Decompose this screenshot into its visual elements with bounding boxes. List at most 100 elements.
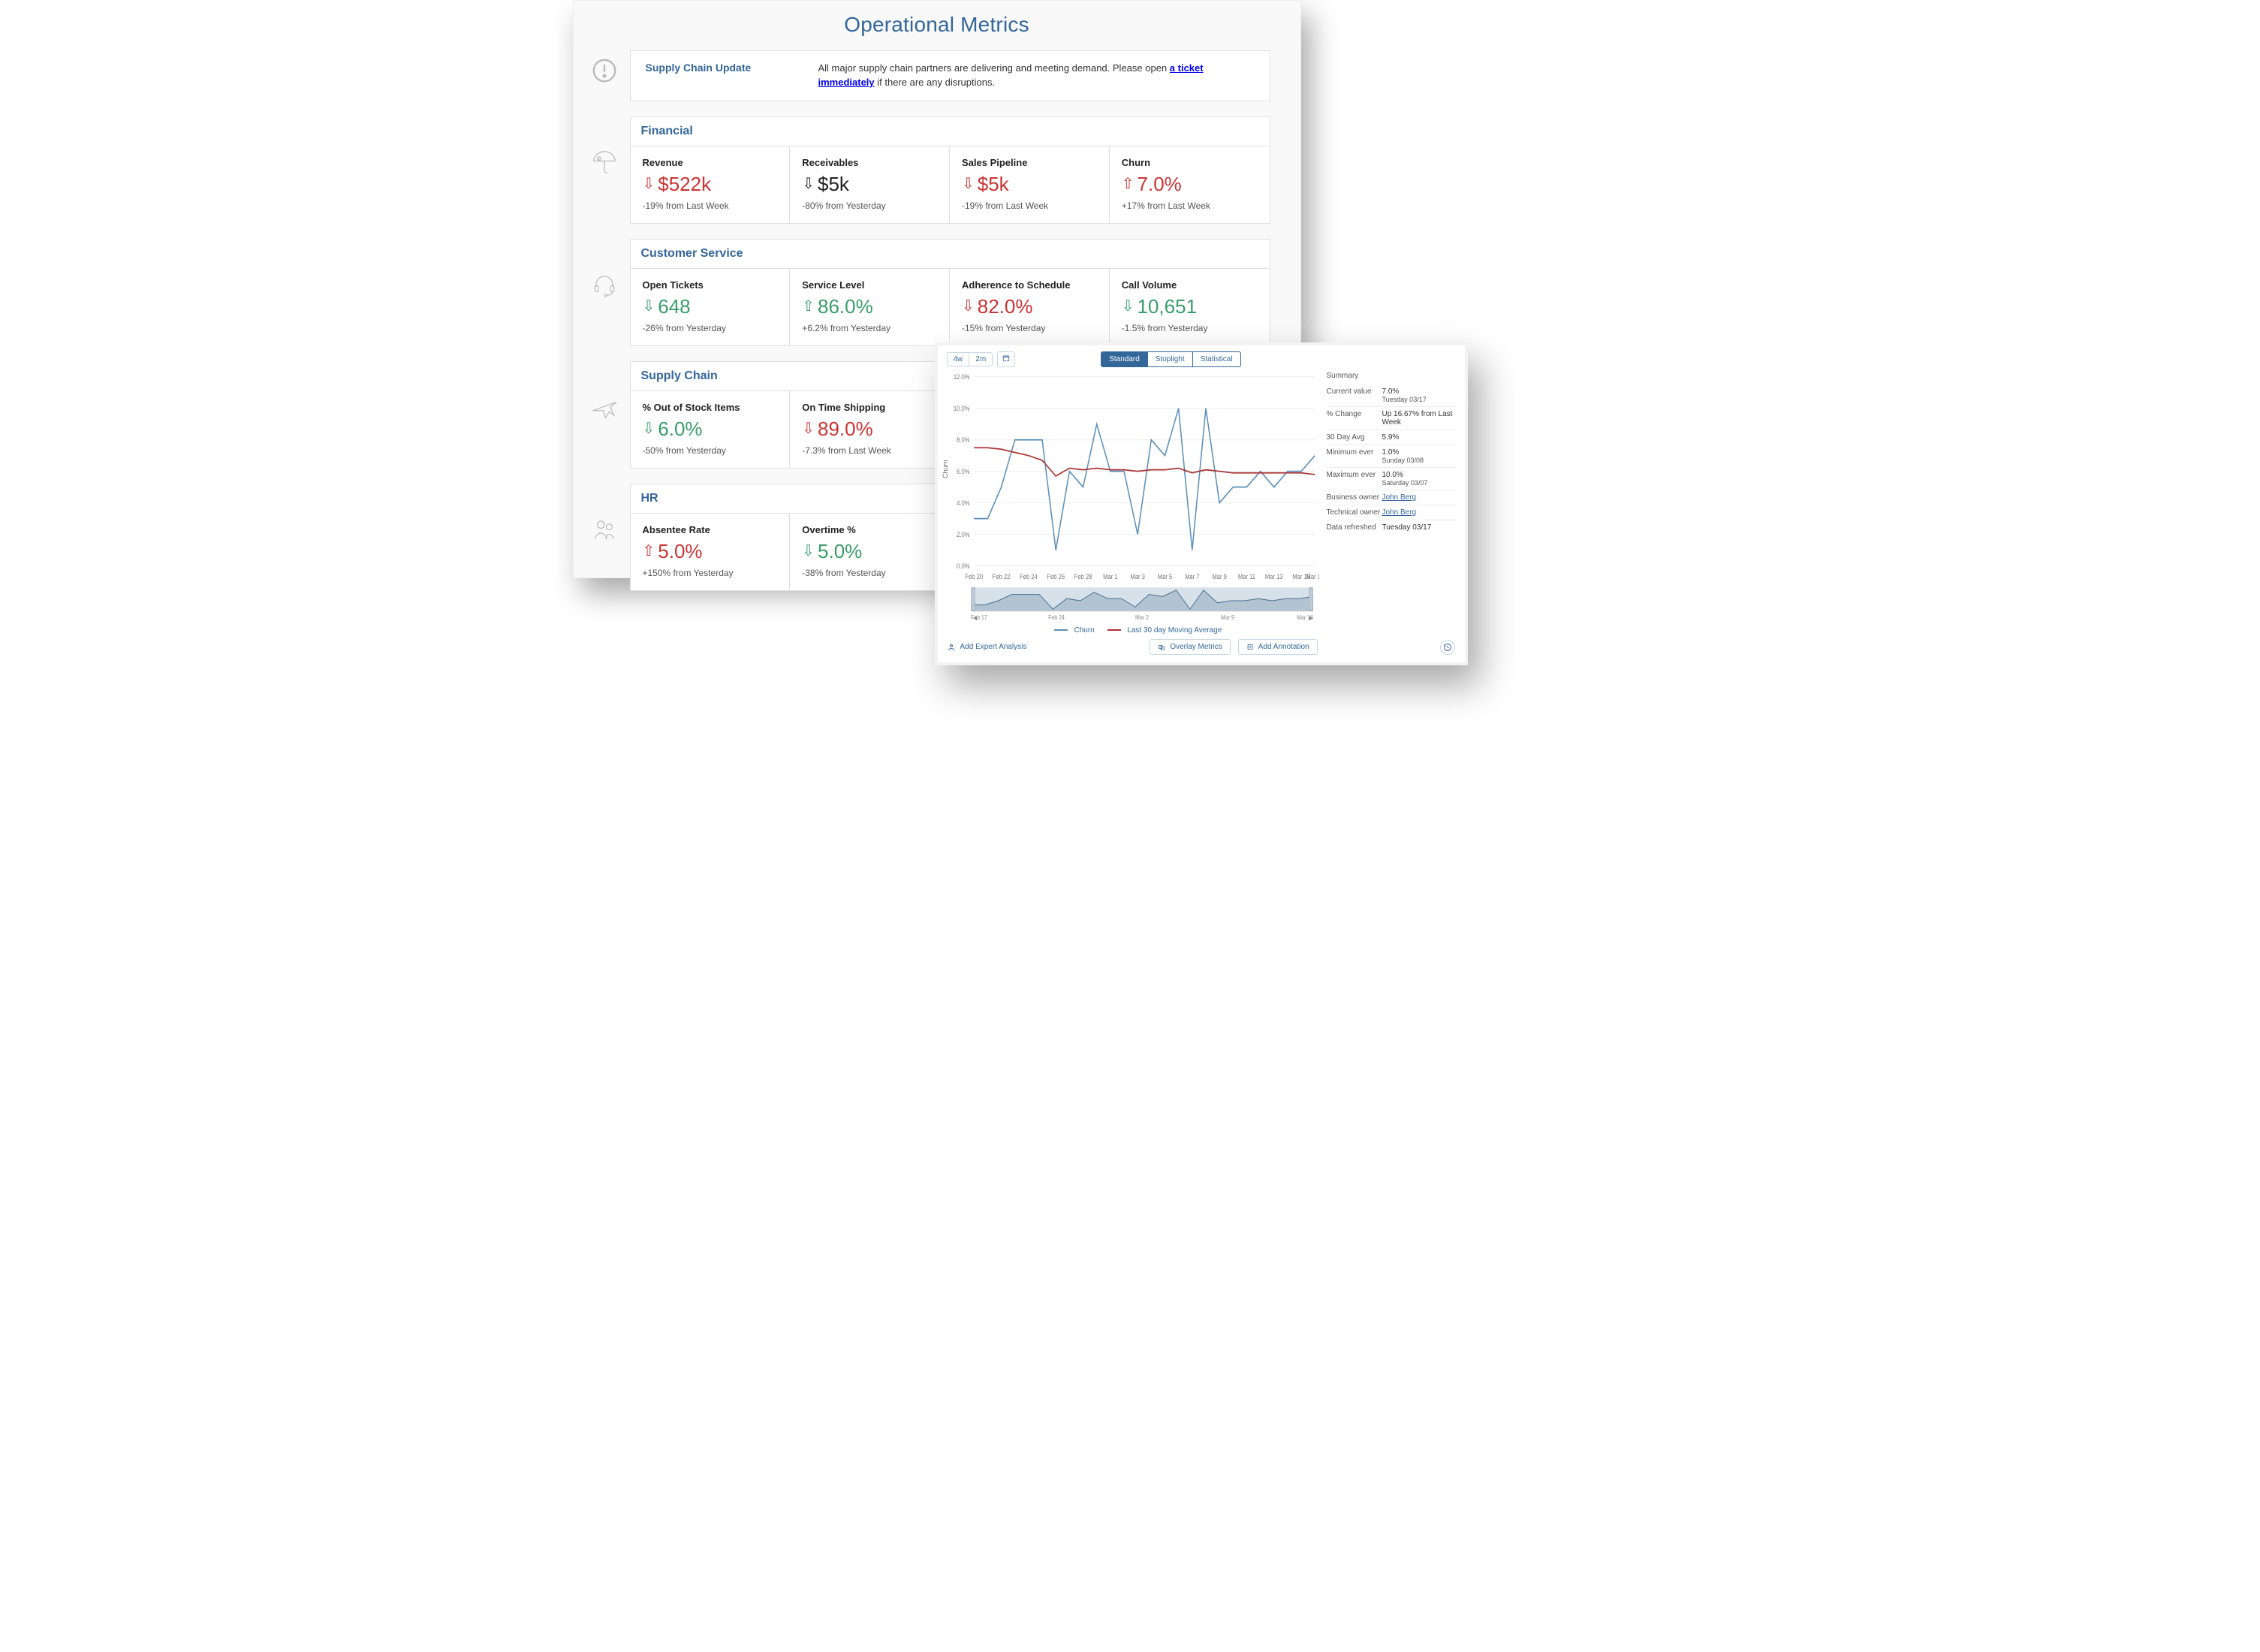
arrow-up-icon: ⇧ <box>643 544 655 559</box>
metric-supply-chain-0[interactable]: % Out of Stock Items ⇩6.0% -50% from Yeste… <box>631 391 791 468</box>
metric-delta: +17% from Last Week <box>1122 200 1258 211</box>
view-tabs: Standard Stoplight Statistical <box>1101 351 1240 367</box>
chart-legend: Churn Last 30 day Moving Average <box>947 626 1319 635</box>
arrow-down-icon: ⇩ <box>962 176 975 191</box>
tab-standard[interactable]: Standard <box>1101 351 1148 367</box>
svg-text:Feb 28: Feb 28 <box>1074 574 1092 581</box>
metric-value: ⇩$5k <box>802 173 937 196</box>
legend-swatch-avg <box>1107 629 1121 631</box>
summary-title: Summary <box>1327 372 1456 380</box>
svg-text:Mar 1: Mar 1 <box>1103 574 1118 581</box>
metric-label: Sales Pipeline <box>962 157 1097 168</box>
metric-financial-2[interactable]: Sales Pipeline⇩$5k-19% from Last Week <box>950 146 1110 223</box>
metric-delta: -50% from Yesterday <box>643 445 778 456</box>
summary-key: Business owner <box>1327 490 1382 505</box>
metric-financial-3[interactable]: Churn⇧7.0%+17% from Last Week <box>1110 146 1270 223</box>
section-title: Customer Service <box>641 247 743 260</box>
summary-key: 30 Day Avg <box>1327 430 1382 445</box>
summary-val: Tuesday 03/17 <box>1382 520 1456 535</box>
metric-label: Call Volume <box>1122 279 1258 291</box>
summary-key: Data refreshed <box>1327 520 1382 535</box>
svg-text:Mar 7: Mar 7 <box>1185 574 1200 581</box>
metric-label: Service Level <box>802 279 937 291</box>
metric-value: ⇩5.0% <box>802 540 937 563</box>
metric-label: Adherence to Schedule <box>962 279 1097 291</box>
svg-text:Mar 5: Mar 5 <box>1157 574 1172 581</box>
range-navigator[interactable]: Feb 17Feb 24Mar 2Mar 9Mar 16◄► <box>971 587 1313 622</box>
arrow-up-icon: ⇧ <box>802 299 815 314</box>
notice-body-suffix: if there are any disruptions. <box>875 77 995 88</box>
section-financial: Financial Revenue⇩$522k-19% from Last Wee… <box>630 116 1270 224</box>
svg-text:Mar 13: Mar 13 <box>1264 574 1282 581</box>
arrow-down-icon: ⇩ <box>1122 299 1135 314</box>
metric-value: ⇩82.0% <box>962 295 1097 318</box>
svg-text:Mar 17: Mar 17 <box>1306 574 1319 581</box>
summary-val: Up 16.67% from Last Week <box>1382 407 1456 430</box>
metric-customer-service-1[interactable]: Service Level⇧86.0%+6.2% from Yesterday <box>790 269 950 345</box>
notice-card: Supply Chain Update All major supply cha… <box>630 50 1270 101</box>
metric-value: ⇩89.0% <box>802 418 937 441</box>
history-button[interactable] <box>1440 640 1455 655</box>
metric-financial-0[interactable]: Revenue⇩$522k-19% from Last Week <box>631 146 791 223</box>
metric-supply-chain-1[interactable]: On Time Shipping⇩89.0%-7.3% from Last We… <box>790 391 950 468</box>
metric-hr-1[interactable]: Overtime % ⇩5.0% -38% from Yesterday <box>790 514 950 590</box>
legend-label-avg: Last 30 day Moving Average <box>1127 626 1222 635</box>
metric-customer-service-0[interactable]: Open Tickets⇩648-26% from Yesterday <box>631 269 791 345</box>
metric-delta: -26% from Yesterday <box>643 323 778 333</box>
metric-value: ⇧5.0% <box>643 540 778 563</box>
summary-val: 1.0%Sunday 03/08 <box>1382 445 1456 468</box>
metric-customer-service-3[interactable]: Call Volume⇩10,651-1.5% from Yesterday <box>1110 269 1270 345</box>
summary-owner-link[interactable]: John Berg <box>1382 508 1417 517</box>
calendar-button[interactable] <box>997 351 1015 367</box>
summary-key: Current value <box>1327 384 1382 407</box>
summary-key: Maximum ever <box>1327 468 1382 490</box>
tab-stoplight[interactable]: Stoplight <box>1148 351 1193 367</box>
people-icon <box>589 514 620 545</box>
line-chart[interactable]: Churn 0.0%2.0%4.0%6.0%8.0%10.0%12.0%Feb … <box>947 370 1319 586</box>
metric-financial-1[interactable]: Receivables⇩$5k-80% from Yesterday <box>790 146 950 223</box>
metric-value: ⇩10,651 <box>1122 295 1258 318</box>
add-expert-analysis-link[interactable]: Add Expert Analysis <box>947 643 1027 652</box>
svg-text:Feb 24: Feb 24 <box>1020 574 1038 581</box>
notice-title: Supply Chain Update <box>646 62 773 90</box>
metric-label: Overtime % <box>802 524 937 535</box>
range-4w-button[interactable]: 4w <box>947 352 969 366</box>
svg-text:Mar 11: Mar 11 <box>1237 574 1255 581</box>
metric-hr-0[interactable]: Absentee Rate⇧5.0%+150% from Yesterday <box>631 514 791 590</box>
arrow-down-icon: ⇩ <box>802 421 815 436</box>
summary-key: % Change <box>1327 407 1382 430</box>
airplane-icon <box>589 391 620 423</box>
metric-label: Receivables <box>802 157 937 168</box>
tab-statistical[interactable]: Statistical <box>1193 351 1241 367</box>
metric-value: ⇩6.0% <box>643 418 778 441</box>
add-annotation-label: Add Annotation <box>1258 643 1309 651</box>
add-annotation-button[interactable]: Add Annotation <box>1238 639 1318 655</box>
arrow-down-icon: ⇩ <box>643 421 655 436</box>
svg-text:12.0%: 12.0% <box>953 374 969 381</box>
range-2m-button[interactable]: 2m <box>969 352 993 366</box>
legend-swatch-churn <box>1054 629 1068 631</box>
headset-icon <box>589 269 620 300</box>
chart-panel: 4w 2m Standard Stoplight Statistical Chu… <box>935 342 1468 665</box>
range-button-group: 4w 2m <box>947 352 993 366</box>
summary-panel: Summary Current value7.0%Tuesday 03/17% … <box>1327 370 1456 635</box>
section-title: Financial <box>641 125 693 137</box>
summary-owner-link[interactable]: John Berg <box>1382 493 1417 502</box>
metric-value: ⇩648 <box>643 295 778 318</box>
metric-value: ⇧86.0% <box>802 295 937 318</box>
metric-customer-service-2[interactable]: Adherence to Schedule⇩82.0%-15% from Yes… <box>950 269 1110 345</box>
overlay-metrics-button[interactable]: Overlay Metrics <box>1150 639 1230 655</box>
summary-val: John Berg <box>1382 490 1456 505</box>
arrow-down-icon: ⇩ <box>643 299 655 314</box>
svg-text:Mar 9: Mar 9 <box>1221 614 1234 622</box>
legend-label-churn: Churn <box>1074 626 1094 635</box>
umbrella-dollar-icon: $ <box>589 146 620 178</box>
metric-delta: -19% from Last Week <box>962 200 1097 211</box>
svg-text:Feb 20: Feb 20 <box>965 574 983 581</box>
metric-delta: -38% from Yesterday <box>802 568 937 578</box>
metric-value: ⇧7.0% <box>1122 173 1258 196</box>
y-axis-title: Churn <box>942 460 949 478</box>
metric-label: % Out of Stock Items <box>643 402 778 413</box>
metric-label: On Time Shipping <box>802 402 937 413</box>
add-expert-analysis-label: Add Expert Analysis <box>960 643 1027 651</box>
